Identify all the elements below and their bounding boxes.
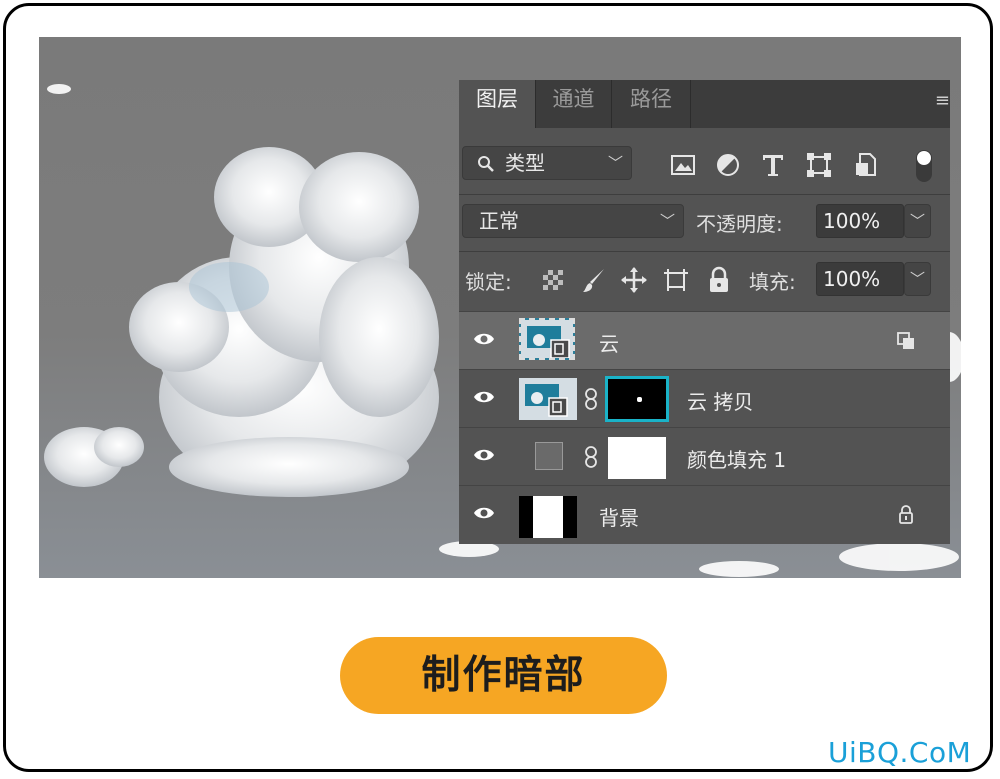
site-watermark: UiBQ.CoM — [828, 736, 972, 769]
layer-mask-thumbnail[interactable] — [608, 437, 666, 479]
layers-panel: 图层 通道 路径 ≡ 类型 ﹀ 正常 ﹀ 不透明度: 100% ﹀ 锁定: 填充… — [459, 80, 950, 544]
opacity-input[interactable]: 100% — [816, 204, 904, 238]
chevron-down-icon: ﹀ — [659, 212, 675, 230]
fill-input[interactable]: 100% — [816, 262, 904, 296]
opacity-slider-toggle[interactable]: ﹀ — [904, 204, 931, 238]
layer-filter-dropdown[interactable]: 类型 ﹀ — [462, 146, 632, 180]
blend-mode-value: 正常 — [479, 209, 519, 233]
lock-transparent-pixels-icon[interactable] — [539, 266, 567, 294]
layer-row-color-fill[interactable]: 颜色填充 1 — [459, 427, 950, 485]
lock-artboard-icon[interactable] — [662, 266, 690, 294]
lock-label: 锁定: — [465, 270, 512, 294]
make-shadows-button[interactable]: 制作暗部 — [340, 637, 667, 714]
clipping-indicator-icon — [897, 332, 914, 349]
panel-menu-icon[interactable]: ≡ — [935, 90, 950, 111]
smart-object-thumbnail[interactable] — [519, 318, 575, 360]
fill-slider-toggle[interactable]: ﹀ — [904, 262, 931, 296]
blend-mode-dropdown[interactable]: 正常 ﹀ — [462, 204, 684, 238]
filter-toggle-icon[interactable] — [914, 148, 934, 184]
layer-name[interactable]: 云 — [599, 328, 619, 357]
layer-row-cloud[interactable]: 云 — [459, 311, 950, 369]
link-chain-icon[interactable] — [584, 446, 598, 468]
shape-filter-icon[interactable] — [805, 151, 833, 179]
background-thumbnail[interactable] — [519, 496, 577, 538]
smart-object-icon — [521, 320, 573, 358]
visibility-eye-icon[interactable] — [473, 505, 495, 521]
layer-mask-thumbnail[interactable] — [605, 376, 669, 422]
visibility-eye-icon[interactable] — [473, 331, 495, 347]
lock-position-icon[interactable] — [620, 266, 648, 294]
search-icon — [478, 156, 494, 172]
layer-name[interactable]: 云 拷贝 — [687, 386, 753, 415]
chevron-down-icon: ﹀ — [909, 212, 925, 230]
panel-tab-bar: 图层 通道 路径 ≡ — [459, 80, 950, 128]
link-chain-icon[interactable] — [584, 388, 598, 410]
layer-row-background[interactable]: 背景 — [459, 485, 950, 543]
fill-label: 填充: — [749, 270, 796, 294]
smart-object-filter-icon[interactable] — [852, 151, 880, 179]
fill-color-swatch[interactable] — [535, 442, 563, 470]
opacity-label: 不透明度: — [696, 212, 783, 236]
smart-object-thumbnail[interactable] — [519, 378, 577, 420]
layer-name[interactable]: 颜色填充 1 — [687, 444, 786, 473]
smart-object-icon — [519, 378, 577, 420]
tab-layers[interactable]: 图层 — [459, 80, 535, 128]
tab-paths[interactable]: 路径 — [612, 80, 690, 128]
type-filter-icon[interactable] — [759, 151, 787, 179]
chevron-down-icon: ﹀ — [909, 270, 925, 288]
chevron-down-icon: ﹀ — [607, 154, 623, 172]
layer-lock-icon[interactable] — [896, 504, 916, 524]
visibility-eye-icon[interactable] — [473, 447, 495, 463]
layer-name[interactable]: 背景 — [599, 502, 639, 531]
lock-image-pixels-icon[interactable] — [580, 266, 608, 294]
image-filter-icon[interactable] — [669, 151, 697, 179]
mask-spot — [637, 397, 642, 402]
adjustment-filter-icon[interactable] — [714, 151, 742, 179]
visibility-eye-icon[interactable] — [473, 389, 495, 405]
filter-type-label: 类型 — [505, 151, 545, 175]
layer-row-cloud-copy[interactable]: 云 拷贝 — [459, 369, 950, 427]
tab-channels[interactable]: 通道 — [536, 80, 611, 128]
lock-all-icon[interactable] — [705, 266, 733, 294]
